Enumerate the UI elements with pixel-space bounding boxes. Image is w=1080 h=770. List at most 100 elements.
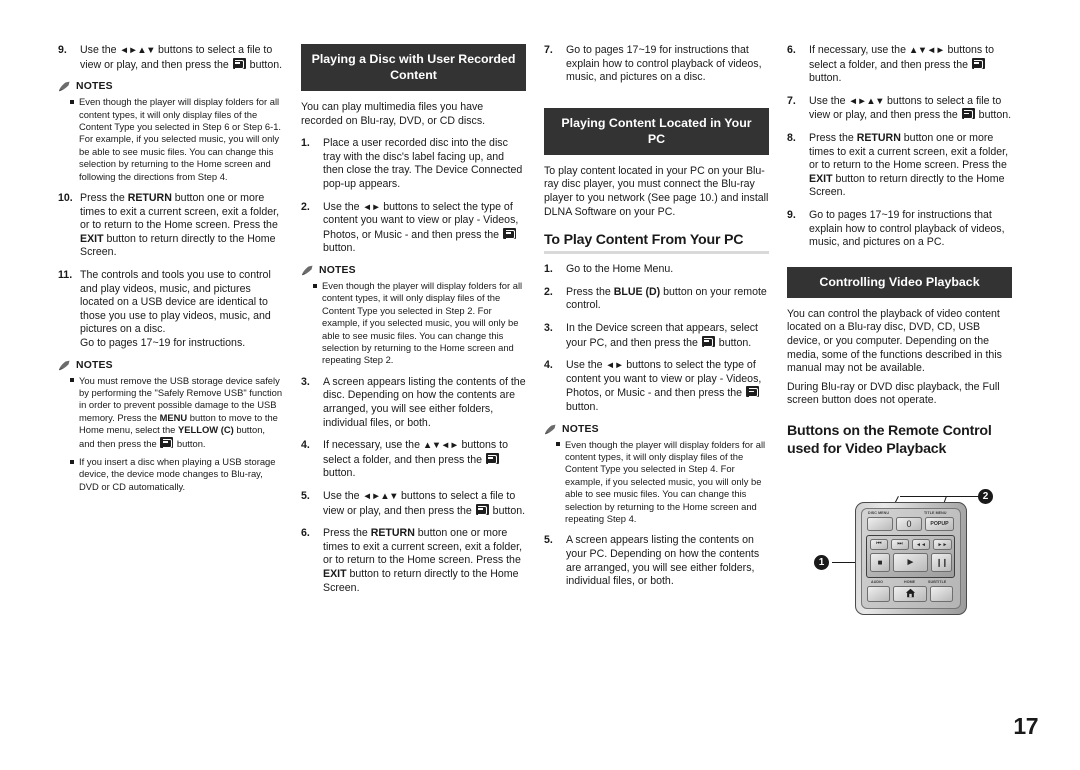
- notes-block: NOTES Even though the player will displa…: [301, 265, 526, 367]
- remote-control-illustration: 1 2 DISC MENU TITLE MENU 0 POPUP ⏮ ⏭ ◄◄ …: [800, 488, 1050, 633]
- step-number: 5.: [301, 489, 310, 502]
- step-number: 3.: [301, 375, 310, 388]
- subtitle-label: SUBTITLE: [928, 580, 947, 584]
- arrow-glyphs: ▲▼◄►: [908, 45, 945, 56]
- step-item: 7. Use the ◄►▲▼ buttons to select a file…: [787, 95, 1012, 123]
- note-text: Even though the player will display fold…: [565, 438, 766, 524]
- pause-icon: ❙❙: [935, 558, 948, 567]
- step-item: 3. In the Device screen that appears, se…: [544, 322, 769, 350]
- pencil-icon: [301, 265, 314, 276]
- notes-heading: NOTES: [58, 81, 283, 92]
- note-text: Even though the player will display fold…: [322, 279, 523, 366]
- column-1: 9. Use the ◄►▲▼ buttons to select a file…: [58, 44, 301, 644]
- emphasis-menu: MENU: [159, 411, 188, 423]
- popup-title-menu-button[interactable]: POPUP: [925, 517, 954, 531]
- fast-forward-button[interactable]: ►►: [933, 539, 952, 550]
- manual-page: 9. Use the ◄►▲▼ buttons to select a file…: [0, 0, 1080, 770]
- step-fragment: Use the: [809, 94, 849, 107]
- step-item: 5. A screen appears listing the contents…: [544, 534, 769, 588]
- emphasis-yellow: YELLOW (C): [178, 424, 234, 436]
- bullet-icon: [556, 439, 565, 526]
- step-fragment: Use the: [566, 359, 606, 372]
- step-item: 6. Press the RETURN button one or more t…: [301, 527, 526, 595]
- step-fragment: Press the: [566, 285, 614, 298]
- home-label: HOME: [904, 580, 916, 584]
- step-number: 4.: [544, 359, 553, 372]
- step-item: 3. A screen appears listing the contents…: [301, 376, 526, 430]
- step-text: Use the ◄►▲▼ buttons to select a file to…: [80, 44, 283, 71]
- step-item: 8. Press the RETURN button one or more t…: [787, 132, 1012, 200]
- home-button[interactable]: [893, 586, 927, 602]
- step-fragment: If necessary, use the: [323, 439, 423, 452]
- section-intro: During Blu-ray or DVD disc playback, the…: [787, 380, 1000, 407]
- step-fragment: button.: [566, 400, 599, 413]
- notes-label: NOTES: [562, 423, 599, 435]
- step-text: Press the RETURN button one or more time…: [809, 132, 1012, 200]
- title-menu-label: TITLE MENU: [924, 511, 947, 515]
- notes-block: NOTES You must remove the USB storage de…: [58, 360, 283, 494]
- note-text: You must remove the USB storage device s…: [79, 375, 283, 450]
- step-text: If necessary, use the ▲▼◄► buttons to se…: [323, 439, 526, 481]
- stop-button[interactable]: ■: [870, 553, 890, 572]
- step-number: 2.: [301, 200, 310, 213]
- step-item: 2. Press the BLUE (D) button on your rem…: [544, 286, 769, 313]
- notes-label: NOTES: [76, 81, 113, 93]
- column-2: Playing a Disc with User Recorded Conten…: [301, 44, 544, 644]
- step-number: 6.: [787, 44, 796, 56]
- step-text: Place a user recorded disc into the disc…: [323, 137, 523, 190]
- step-number: 1.: [544, 263, 553, 276]
- step-item: 11. The controls and tools you use to co…: [58, 269, 283, 351]
- note-item: If you insert a disc when playing a USB …: [58, 456, 283, 493]
- step-fragment: button to return directly to the Home Sc…: [323, 567, 519, 594]
- note-item: You must remove the USB storage device s…: [58, 375, 283, 450]
- note-paragraph: Even though the player will display fold…: [79, 96, 282, 132]
- step-item: 9. Use the ◄►▲▼ buttons to select a file…: [58, 44, 283, 72]
- skip-next-button[interactable]: ⏭: [891, 539, 909, 550]
- rewind-button[interactable]: ◄◄: [912, 539, 930, 550]
- step-text: A screen appears listing the contents of…: [323, 375, 526, 429]
- skip-previous-button[interactable]: ⏮: [870, 539, 888, 550]
- notes-block: NOTES Even though the player will displa…: [58, 81, 283, 183]
- step-fragment: button.: [715, 336, 752, 349]
- bullet-icon: [70, 96, 79, 183]
- callout-1: 1: [814, 555, 829, 570]
- arrow-glyphs: ◄►▲▼: [848, 95, 885, 107]
- zero-label: 0: [906, 519, 912, 529]
- audio-button[interactable]: [867, 586, 890, 602]
- callout-2-label: 2: [982, 491, 989, 502]
- heading-rule: [544, 251, 769, 255]
- disc-menu-label: DISC MENU: [868, 511, 890, 515]
- step-number: 2.: [544, 285, 553, 298]
- enter-button-icon: [503, 227, 517, 239]
- pencil-icon: [58, 360, 71, 371]
- emphasis-exit: EXIT: [323, 567, 347, 580]
- section-banner-pc-content: Playing Content Located in Your PC: [544, 107, 769, 155]
- bullet-icon: [313, 280, 322, 367]
- note-item: Even though the player will display fold…: [301, 280, 526, 367]
- step-number: 9.: [58, 44, 67, 56]
- skip-next-icon: ⏭: [897, 541, 903, 547]
- disc-menu-button[interactable]: [867, 517, 893, 531]
- subsection-heading: To Play Content From Your PC: [544, 232, 744, 249]
- play-button[interactable]: ►: [893, 553, 928, 572]
- remote-body: DISC MENU TITLE MENU 0 POPUP ⏮ ⏭ ◄◄ ►► ■…: [855, 502, 967, 615]
- note-item: Even though the player will display fold…: [544, 439, 769, 526]
- step-fragment: button.: [323, 242, 356, 255]
- step-item: 6. If necessary, use the ▲▼◄► buttons to…: [787, 44, 1012, 86]
- step-item: 5. Use the ◄►▲▼ buttons to select a file…: [301, 490, 526, 518]
- subtitle-button[interactable]: [930, 586, 953, 602]
- emphasis-blue-d: BLUE (D): [613, 285, 661, 298]
- enter-button-icon: [971, 57, 985, 69]
- fast-forward-icon: ►►: [937, 541, 948, 548]
- zero-button[interactable]: 0: [896, 517, 922, 531]
- step-item: 10. Press the RETURN button one or more …: [58, 192, 283, 260]
- step-item: 2. Use the ◄► buttons to select the type…: [301, 201, 526, 256]
- emphasis-return: RETURN: [856, 131, 901, 144]
- step-number: 11.: [58, 269, 73, 281]
- pause-button[interactable]: ❙❙: [931, 553, 952, 572]
- note-text: If you insert a disc when playing a USB …: [79, 456, 276, 492]
- notes-heading: NOTES: [58, 360, 283, 371]
- skip-previous-icon: ⏮: [876, 541, 882, 547]
- step-text: Use the ◄► buttons to select the type of…: [566, 359, 769, 414]
- note-item: Even though the player will display fold…: [58, 96, 283, 183]
